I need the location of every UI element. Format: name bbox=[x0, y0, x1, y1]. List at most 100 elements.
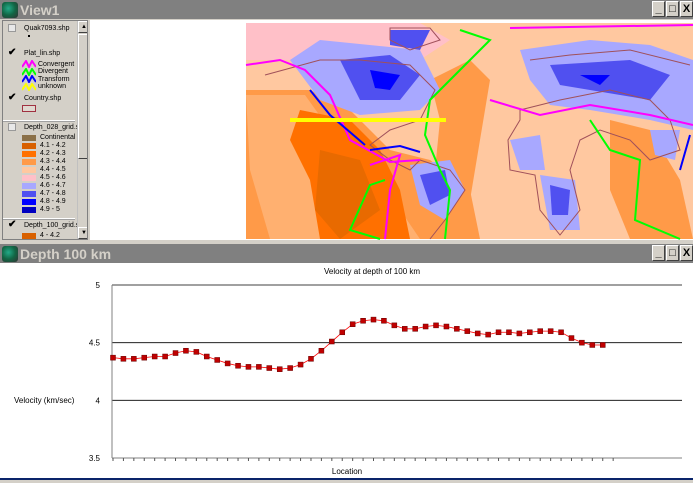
legend-item: 4.9 - 5 bbox=[3, 206, 60, 213]
layer-row[interactable]: Depth_028_grid.shp bbox=[3, 123, 87, 131]
scroll-thumb[interactable] bbox=[78, 34, 87, 159]
line-symbol-icon bbox=[22, 82, 36, 91]
data-point bbox=[589, 342, 596, 348]
data-point bbox=[422, 323, 429, 330]
color-swatch bbox=[22, 198, 36, 205]
point-symbol bbox=[28, 35, 30, 37]
data-point bbox=[599, 342, 606, 348]
data-point bbox=[381, 318, 387, 324]
minimize-button[interactable]: _ bbox=[652, 1, 665, 17]
legend-item-label: 4.6 - 4.7 bbox=[40, 182, 66, 189]
chart-titlebar[interactable]: Depth 100 km _ □ X bbox=[0, 244, 693, 263]
data-point bbox=[506, 329, 512, 336]
chart-title: Velocity at depth of 100 km bbox=[324, 267, 420, 276]
y-axis-label: Velocity (km/sec) bbox=[14, 396, 75, 405]
layer-checkbox[interactable] bbox=[8, 123, 16, 131]
data-point bbox=[349, 321, 356, 327]
color-swatch bbox=[22, 190, 36, 197]
color-swatch bbox=[22, 142, 36, 149]
data-point bbox=[339, 329, 345, 336]
layer-row[interactable]: ✔ Depth_100_grid.shp bbox=[3, 220, 87, 230]
data-point bbox=[162, 353, 168, 360]
data-point bbox=[485, 331, 491, 338]
legend-item: 4.2 - 4.3 bbox=[3, 150, 66, 157]
legend-item-label: 4.1 - 4.2 bbox=[40, 142, 66, 149]
data-point bbox=[568, 335, 575, 341]
legend-item-label: 4.2 - 4.3 bbox=[40, 150, 66, 157]
data-point bbox=[558, 329, 564, 336]
data-point bbox=[308, 356, 314, 362]
data-point bbox=[193, 349, 200, 355]
data-point bbox=[183, 347, 189, 354]
layer-row[interactable]: Quak7093.shp bbox=[3, 24, 70, 32]
data-point bbox=[287, 365, 293, 371]
table-of-contents[interactable]: Quak7093.shp ✔ Plat_lin.shp Convergent Diver… bbox=[2, 20, 88, 240]
legend-item-label: 4.8 - 4.9 bbox=[40, 198, 66, 205]
data-point bbox=[120, 356, 127, 362]
legend-item: 4.6 - 4.7 bbox=[3, 182, 66, 189]
color-swatch bbox=[22, 206, 36, 213]
close-button[interactable]: X bbox=[680, 1, 693, 17]
y-tick-label: 3.5 bbox=[89, 454, 101, 463]
data-point bbox=[297, 361, 304, 368]
data-point bbox=[276, 366, 283, 372]
data-point bbox=[224, 360, 231, 367]
maximize-button[interactable]: □ bbox=[666, 245, 679, 261]
data-point bbox=[256, 364, 262, 370]
minimize-button[interactable]: _ bbox=[652, 245, 665, 261]
y-tick-label: 4 bbox=[96, 396, 101, 405]
layer-row[interactable]: ✔ Country.shp bbox=[3, 93, 61, 103]
layer-row[interactable]: ✔ Plat_lin.shp bbox=[3, 48, 60, 58]
data-point bbox=[412, 326, 418, 332]
legend-item-label: Divergent bbox=[38, 68, 68, 75]
color-swatch bbox=[22, 174, 36, 181]
legend-item: 4.3 - 4.4 bbox=[3, 158, 66, 165]
legend-item: Continental C bbox=[3, 134, 82, 141]
scroll-down-button[interactable]: ▼ bbox=[78, 227, 87, 239]
legend-item-label: 4 - 4.2 bbox=[40, 232, 60, 239]
data-point bbox=[141, 354, 148, 361]
legend-item-label: 4.5 - 4.6 bbox=[40, 174, 66, 181]
data-point bbox=[443, 323, 450, 330]
data-point bbox=[235, 362, 241, 369]
chart-window: Velocity at depth of 100 km Velocity (km… bbox=[0, 263, 693, 480]
data-point bbox=[391, 322, 398, 329]
data-point bbox=[318, 347, 325, 354]
globe-icon bbox=[2, 1, 18, 18]
view1-titlebar[interactable]: View1 _ □ X bbox=[0, 0, 693, 19]
legend-scrollbar[interactable]: ▲ ▼ bbox=[77, 21, 87, 239]
data-point bbox=[495, 329, 502, 336]
scroll-up-button[interactable]: ▲ bbox=[78, 21, 87, 33]
data-point bbox=[402, 326, 408, 332]
checkmark-icon[interactable]: ✔ bbox=[8, 93, 16, 103]
data-point bbox=[516, 330, 523, 337]
series-line bbox=[112, 319, 603, 370]
legend-item: 4.1 - 4.2 bbox=[3, 142, 66, 149]
legend-separator bbox=[3, 120, 75, 122]
data-point bbox=[245, 364, 252, 370]
legend-item: unknown bbox=[3, 82, 66, 91]
data-point bbox=[329, 338, 335, 345]
close-button[interactable]: X bbox=[680, 245, 693, 261]
layer-checkbox[interactable] bbox=[8, 24, 16, 32]
color-swatch bbox=[22, 166, 36, 173]
checkmark-icon[interactable]: ✔ bbox=[8, 220, 16, 230]
color-swatch bbox=[22, 158, 36, 165]
legend-item-label: Transform bbox=[38, 75, 70, 83]
map-view[interactable] bbox=[90, 20, 693, 240]
checkmark-icon[interactable]: ✔ bbox=[8, 48, 16, 58]
maximize-button[interactable]: □ bbox=[666, 1, 679, 17]
data-point bbox=[464, 328, 471, 334]
data-point bbox=[204, 353, 210, 360]
data-point bbox=[527, 329, 533, 336]
legend-item-label: Convergent bbox=[38, 60, 75, 68]
color-swatch bbox=[22, 150, 36, 157]
map-canvas[interactable] bbox=[90, 20, 693, 240]
data-point bbox=[370, 316, 377, 323]
x-axis-label: Location bbox=[332, 467, 362, 476]
data-point bbox=[474, 330, 481, 337]
data-point bbox=[214, 357, 220, 363]
legend-item: 4 - 4.2 bbox=[3, 232, 60, 239]
legend-item: 4.8 - 4.9 bbox=[3, 198, 66, 205]
legend-item-label: 4.4 - 4.5 bbox=[40, 166, 66, 173]
